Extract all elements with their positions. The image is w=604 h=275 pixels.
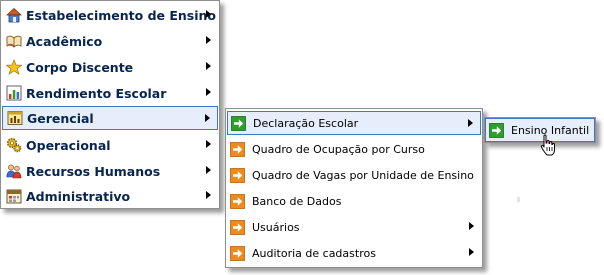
gears-icon [6,137,22,153]
menu-item-corpo-discente[interactable]: Corpo Discente [2,55,218,79]
submenu-item-quadro-vagas[interactable]: Quadro de Vagas por Unidade de Ensino [227,163,481,187]
submenu-arrow-icon [469,222,474,230]
submenu-item-quadro-ocupacao[interactable]: Quadro de Ocupação por Curso [227,137,481,161]
submenu-arrow-icon [206,191,211,199]
submenu-item-label: Declaração Escolar [253,116,359,130]
calendar-icon [6,189,22,204]
submenu-item-declaracao-escolar[interactable]: Declaração Escolar [227,111,481,135]
orange-arrow-icon [230,141,245,157]
menu-item-administrativo[interactable]: Administrativo [2,184,218,208]
menu-item-academico[interactable]: Acadêmico [2,29,218,53]
chart-icon [6,85,22,101]
submenu-item-label: Auditoria de cadastros [252,246,376,260]
menu-item-label: Operacional [26,137,111,153]
menu-item-label: Gerencial [27,110,94,126]
submenu-item-label: Quadro de Vagas por Unidade de Ensino [252,168,474,182]
orange-arrow-icon [230,193,245,209]
green-arrow-icon [231,115,246,131]
book-icon [6,35,22,48]
submenu-arrow-icon [206,166,211,174]
menu-item-estabelecimento-de-ensino[interactable]: Estabelecimento de Ensino [2,3,218,27]
star-icon [6,59,22,75]
green-arrow-icon [489,122,504,138]
menu-item-gerencial[interactable]: Gerencial [2,106,218,130]
orange-arrow-icon [230,245,245,261]
menu-item-label: Recursos Humanos [26,163,161,179]
submenu-arrow-icon [206,36,211,44]
house-icon [6,7,22,23]
hand-cursor-icon [540,134,555,156]
submenu-arrow-icon [206,88,211,96]
submenu-arrow-icon [205,114,210,122]
people-icon [6,164,22,179]
menu-item-operacional[interactable]: Operacional [2,133,218,157]
submenu-item-banco-de-dados[interactable]: Banco de Dados [227,189,481,213]
menu-item-label: Administrativo [26,188,131,204]
background-artifact [517,197,520,202]
menu-item-label: Corpo Discente [26,59,134,75]
submenu-item-label: Usuários [252,220,300,234]
submenu-item-label: Banco de Dados [252,194,342,208]
submenu-arrow-icon [469,248,474,256]
submenu-arrow-icon [206,10,211,18]
menu-item-rendimento-escolar[interactable]: Rendimento Escolar [2,81,218,105]
menu-item-label: Acadêmico [26,33,103,49]
submenu-item-label: Quadro de Ocupação por Curso [252,142,425,156]
chart-window-icon [7,111,23,125]
submenu-arrow-icon [468,119,473,127]
orange-arrow-icon [230,219,245,235]
gerencial-submenu: Declaração Escolar Quadro de Ocupação po… [225,108,483,268]
submenu-arrow-icon [206,62,211,70]
orange-arrow-icon [230,167,245,183]
menu-item-label: Rendimento Escolar [26,85,167,101]
main-menu: Estabelecimento de Ensino Acadêmico Corp… [0,0,220,209]
submenu-arrow-icon [206,140,211,148]
menu-item-recursos-humanos[interactable]: Recursos Humanos [2,159,218,183]
submenu-item-auditoria-de-cadastros[interactable]: Auditoria de cadastros [227,241,481,265]
menu-item-label: Estabelecimento de Ensino [26,7,217,23]
submenu-item-usuarios[interactable]: Usuários [227,215,481,239]
